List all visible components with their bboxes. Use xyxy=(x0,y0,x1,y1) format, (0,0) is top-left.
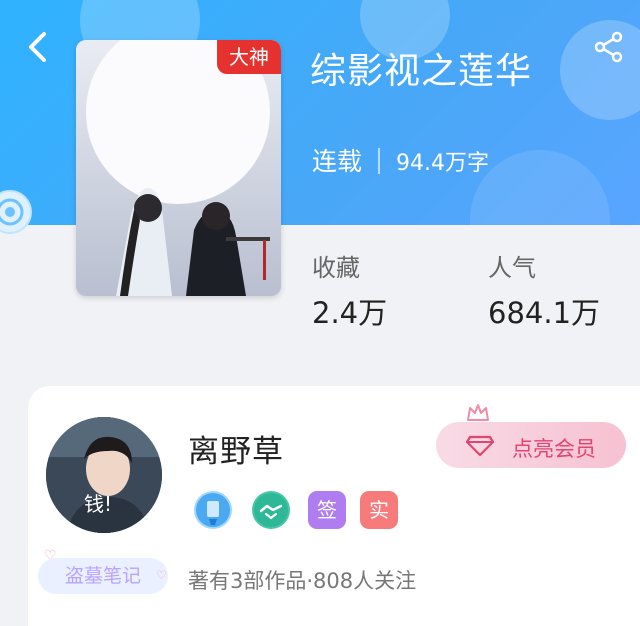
decor-bubble xyxy=(470,150,610,225)
book-meta: 连载 94.4万字 xyxy=(312,142,489,178)
vip-button-label: 点亮会员 xyxy=(512,437,596,461)
author-name[interactable]: 离野草 xyxy=(188,426,284,471)
avatar-caption: 钱! xyxy=(84,492,112,516)
favorites-label: 收藏 xyxy=(312,254,360,282)
floating-widget-icon[interactable] xyxy=(0,190,32,234)
crown-icon xyxy=(466,402,490,422)
book-title: 综影视之莲华 xyxy=(310,51,533,92)
share-icon[interactable] xyxy=(592,30,626,64)
activate-vip-button[interactable]: 点亮会员 xyxy=(436,422,626,468)
tier-badge: 大神 xyxy=(217,40,281,74)
fan-tag[interactable]: 盗墓笔记 xyxy=(38,558,168,594)
book-cover[interactable] xyxy=(76,40,281,296)
popularity-label: 人气 xyxy=(488,254,536,282)
signed-badge[interactable]: 签 xyxy=(308,491,346,529)
favorites-value: 2.4万 xyxy=(312,296,388,330)
decor-heart-icon: ♡ xyxy=(156,568,167,582)
avatar[interactable]: 钱! xyxy=(46,417,162,533)
author-works-info: 著有3部作品·808人关注 xyxy=(188,569,417,593)
diamond-icon xyxy=(465,433,495,457)
medal-icon[interactable] xyxy=(194,491,232,529)
handshake-icon[interactable] xyxy=(252,491,290,529)
back-icon[interactable] xyxy=(22,30,56,64)
popularity-value: 684.1万 xyxy=(488,296,601,330)
verified-badge[interactable]: 实 xyxy=(360,491,398,529)
divider xyxy=(378,148,381,174)
word-count: 94.4万字 xyxy=(396,151,490,176)
serial-status: 连载 xyxy=(312,147,363,176)
